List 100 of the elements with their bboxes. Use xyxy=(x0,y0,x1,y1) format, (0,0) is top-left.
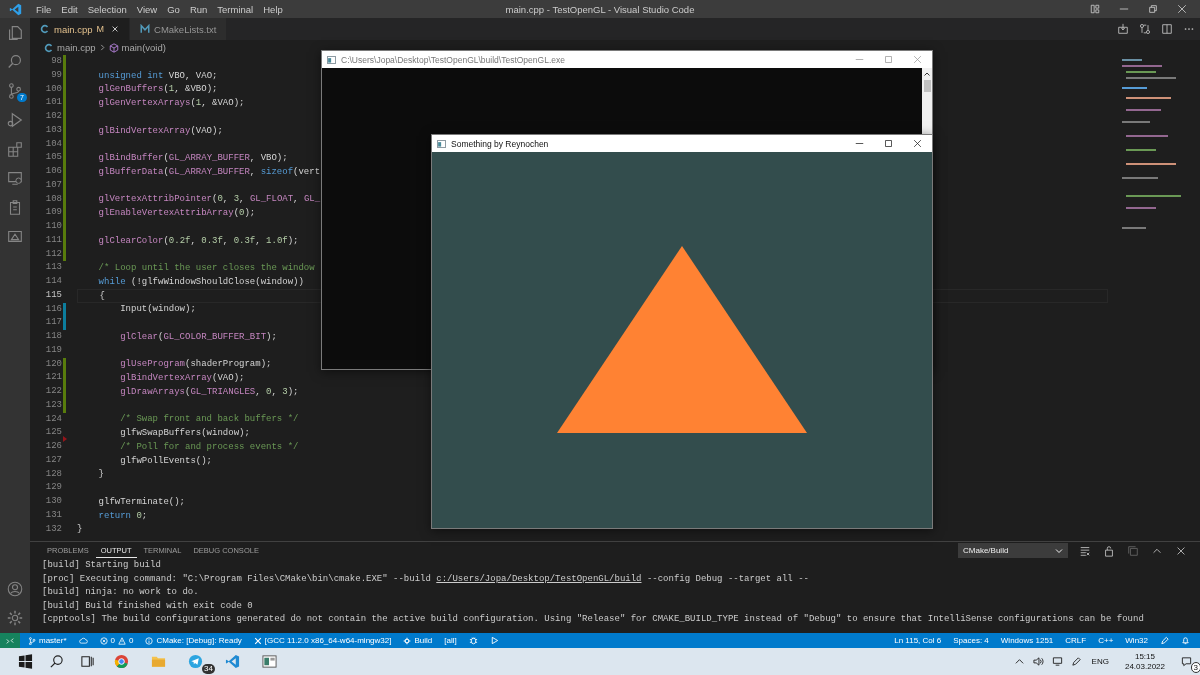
line-number: 107 xyxy=(44,178,62,192)
menu-item[interactable]: Terminal xyxy=(212,3,259,15)
status-item[interactable]: Ln 115, Col 6 xyxy=(890,636,946,645)
line-number: 110 xyxy=(44,220,62,233)
window-title: main.cpp - TestOpenGL - Visual Studio Code xyxy=(505,3,695,15)
paper-plane-icon[interactable] xyxy=(188,654,203,669)
line-number: 114 xyxy=(44,275,62,288)
compare-icon[interactable] xyxy=(1139,23,1151,35)
line-number: 121 xyxy=(44,371,62,385)
vscode-logo-icon xyxy=(9,2,22,16)
clock-date[interactable]: 24.03.2022 xyxy=(1124,661,1165,672)
status-item[interactable]: Windows 1251 xyxy=(996,636,1058,645)
clock-time[interactable]: 15:15 xyxy=(1134,651,1155,662)
browser-icon[interactable] xyxy=(114,654,129,669)
extensions-icon[interactable] xyxy=(6,140,24,158)
maximize-icon[interactable] xyxy=(884,139,893,148)
app-window-icon[interactable] xyxy=(262,654,277,669)
line-number: 118 xyxy=(44,330,62,343)
search-icon[interactable] xyxy=(49,654,64,669)
line-number: 115 xyxy=(44,288,62,302)
menu-item[interactable]: Selection xyxy=(82,3,132,15)
code-line: glGenBuffers(1, &VBO); xyxy=(97,83,218,96)
kit-button[interactable]: [GCC 11.2.0 x86_64-w64-mingw32] xyxy=(249,636,396,645)
editor-tab[interactable]: main.cpp M xyxy=(30,18,131,40)
task-view-icon[interactable] xyxy=(80,654,95,669)
account-icon[interactable] xyxy=(6,580,24,598)
build-button[interactable]: Build xyxy=(399,636,437,645)
line-number: 126 xyxy=(44,440,62,453)
code-line: glBufferData(GL_ARRAY_BUFFER, sizeof(vert xyxy=(97,165,321,178)
clear-list-icon[interactable] xyxy=(1079,544,1091,557)
menu-item[interactable]: Go xyxy=(162,3,185,15)
line-number: 112 xyxy=(44,247,62,261)
files-icon[interactable] xyxy=(6,24,24,42)
code-line: Input(window); xyxy=(119,303,196,316)
settings-icon[interactable] xyxy=(6,609,24,627)
notification-icon[interactable] xyxy=(1181,656,1192,667)
branch-button[interactable]: master* xyxy=(24,636,71,645)
speaker-icon[interactable] xyxy=(1032,656,1044,667)
scrollbar-thumb[interactable] xyxy=(923,80,931,92)
monitor-icon[interactable] xyxy=(6,169,24,187)
close-icon[interactable] xyxy=(913,139,922,148)
line-number: 124 xyxy=(44,412,62,426)
line-number: 105 xyxy=(44,151,62,165)
close-icon[interactable] xyxy=(111,25,120,33)
warning-icon xyxy=(118,636,126,645)
restore-icon[interactable] xyxy=(1148,4,1158,14)
line-number: 99 xyxy=(50,68,62,82)
windows-logo-icon[interactable] xyxy=(18,654,33,669)
editor-tab[interactable]: CMakeLists.txt xyxy=(130,18,228,40)
branch-icon[interactable] xyxy=(6,82,24,100)
target-button[interactable]: [all] xyxy=(440,636,461,645)
menu-item[interactable]: Edit xyxy=(56,3,83,15)
network-icon[interactable] xyxy=(1051,656,1063,667)
line-number: 104 xyxy=(44,137,62,151)
box-arrow-icon[interactable] xyxy=(1117,23,1129,35)
pen-icon[interactable] xyxy=(1070,656,1082,667)
menu-item[interactable]: View xyxy=(131,3,163,15)
play-icon[interactable] xyxy=(489,636,499,645)
line-number: 123 xyxy=(44,398,62,412)
copy-icon[interactable] xyxy=(1127,544,1139,557)
menu-item[interactable]: Help xyxy=(258,3,288,15)
menu-item[interactable]: Run xyxy=(184,3,213,15)
path-link[interactable]: c:/Users/Jopa/Desktop/TestOpenGL/build xyxy=(436,573,642,584)
code-line: glBindVertexArray(VAO); xyxy=(119,372,245,385)
cloud-sync-icon[interactable] xyxy=(78,636,88,645)
status-item[interactable]: CRLF xyxy=(1061,636,1091,645)
status-item[interactable]: Spaces: 4 xyxy=(949,636,993,645)
layout-icon[interactable] xyxy=(1090,4,1100,14)
cmake-status-button[interactable]: CMake: [Debug]: Ready xyxy=(141,636,246,645)
chevron-up-icon[interactable] xyxy=(1013,656,1025,667)
cube-icon xyxy=(108,42,119,53)
language-indicator[interactable]: ENG xyxy=(1091,657,1109,666)
code-line: while (!glfwWindowShouldClose(window)) xyxy=(97,275,304,288)
output-channel-dropdown[interactable]: CMake/Build xyxy=(958,543,1068,558)
bug-icon[interactable] xyxy=(468,636,478,645)
status-item[interactable]: Win32 xyxy=(1121,636,1152,645)
chevron-up-icon[interactable] xyxy=(923,70,931,78)
breadcrumb-item[interactable]: main(void) xyxy=(121,42,166,53)
status-item[interactable]: C++ xyxy=(1094,636,1118,645)
lock-icon[interactable] xyxy=(1103,544,1115,557)
menu-item[interactable]: File xyxy=(31,3,57,15)
app-window-icon xyxy=(437,139,446,148)
app-window-icon xyxy=(327,55,336,64)
output-text: --config Debug --target all -- xyxy=(645,573,809,584)
problems-button[interactable]: 0 0 xyxy=(95,636,138,645)
output-text: [cpptools] The build configurations generated do not contain the active build configuration. Using "Release" for CMAKE_BUILD_TYPE instead of "Debug" to ensure that IntelliSense configurations can be found xyxy=(42,614,1144,624)
code-line: return 0; xyxy=(97,509,148,522)
code-line: /* Swap front and back buffers */ xyxy=(119,413,299,426)
breadcrumb-item[interactable]: main.cpp xyxy=(57,42,96,53)
line-number: 101 xyxy=(44,96,62,110)
split-editor-icon[interactable] xyxy=(1161,23,1173,35)
code-editor-icon[interactable] xyxy=(225,654,240,669)
code-line: glDrawArrays(GL_TRIANGLES, 0, 3); xyxy=(119,385,299,398)
output-text: [build] ninja: no work to do. xyxy=(42,587,199,597)
line-number: 122 xyxy=(44,385,62,398)
bell-icon[interactable] xyxy=(1181,636,1190,645)
run-debug-icon[interactable] xyxy=(6,111,24,129)
line-number: 106 xyxy=(44,165,62,178)
line-number: 109 xyxy=(44,206,62,220)
feedback-icon[interactable] xyxy=(1160,636,1169,645)
